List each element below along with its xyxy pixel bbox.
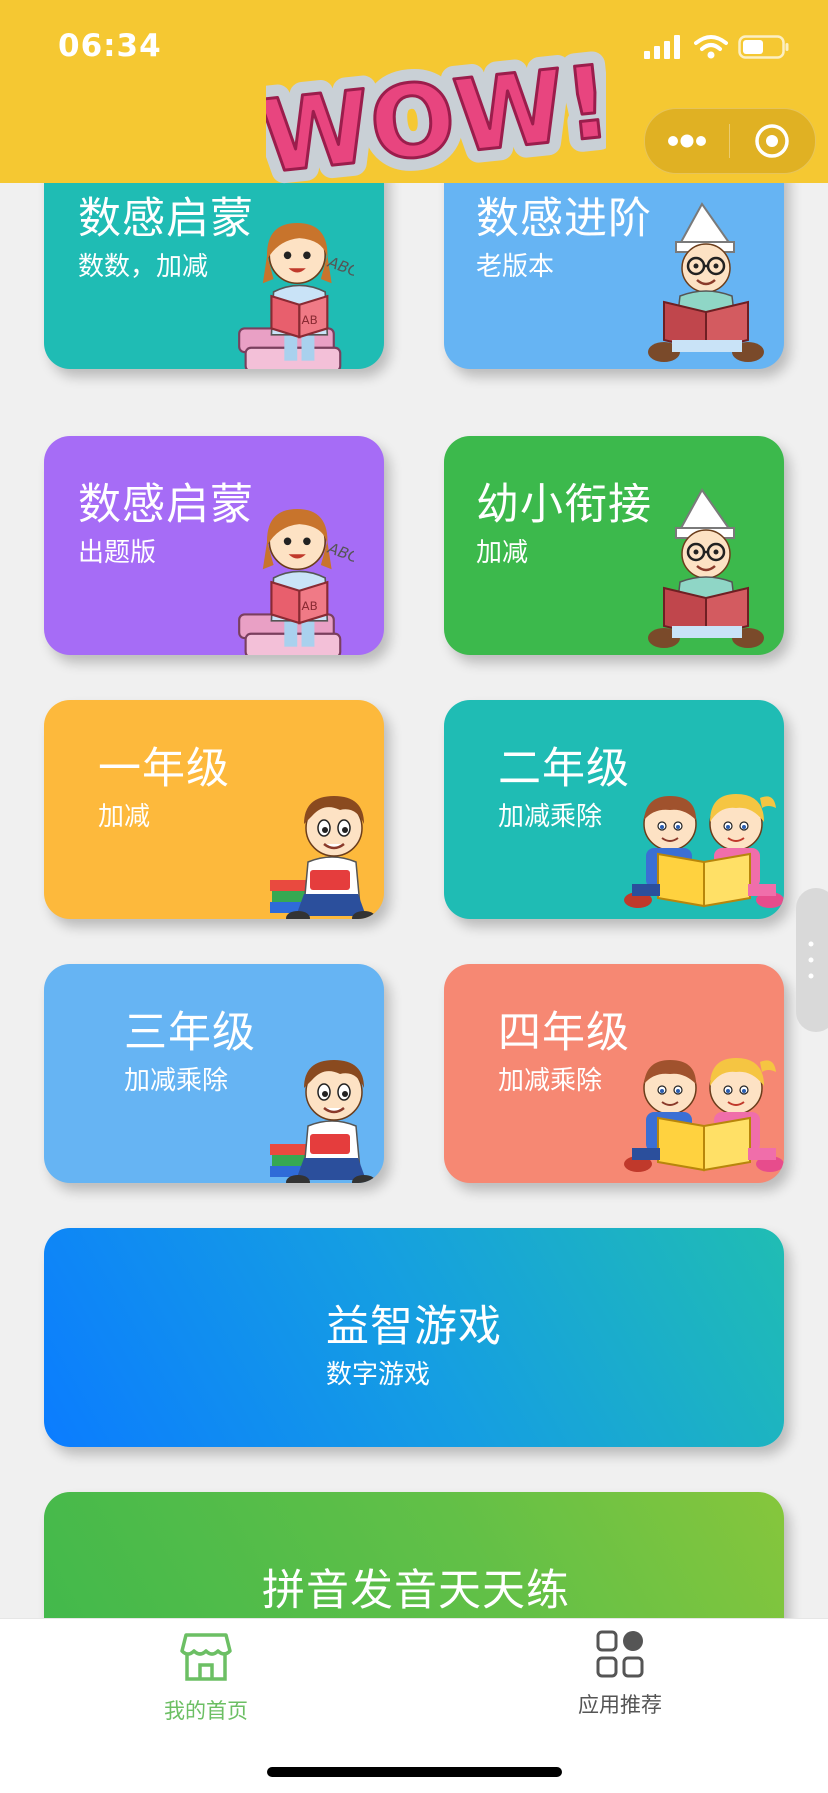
card-title: 拼音发音天天练 [262, 1566, 570, 1616]
card-title: 数感进阶 [476, 194, 652, 244]
more-icon [668, 134, 706, 148]
boy-reading-icon [642, 200, 772, 369]
floating-side-handle[interactable] [796, 888, 828, 1032]
card-subtitle: 出题版 [78, 538, 157, 568]
card-subtitle: 加减乘除 [498, 802, 603, 832]
more-vertical-icon [808, 941, 814, 979]
boy-reading-icon [642, 486, 772, 655]
close-button[interactable] [730, 109, 814, 173]
card-title: 幼小衔接 [476, 480, 652, 530]
card-subtitle: 老版本 [476, 252, 555, 282]
card-subtitle: 加减乘除 [498, 1066, 603, 1096]
tab-home[interactable]: 我的首页 [106, 1629, 306, 1725]
card-title: 四年级 [498, 1008, 630, 1058]
grid-apps-icon [596, 1630, 644, 1678]
boy-with-books-icon [268, 1040, 378, 1183]
card-grade-1[interactable]: 一年级 加减 [44, 700, 384, 919]
card-title: 三年级 [124, 1008, 256, 1058]
miniprogram-capsule [644, 108, 816, 174]
boy-with-books-icon [268, 776, 378, 919]
bottom-tab-bar: 我的首页 应用推荐 [0, 1618, 828, 1793]
wow-logo: WOW! WOW! [266, 46, 606, 186]
battery-icon [738, 35, 789, 59]
card-subtitle: 数字游戏 [326, 1360, 431, 1390]
wifi-icon [694, 35, 728, 59]
more-button[interactable] [645, 109, 729, 173]
card-subtitle: 数数，加减 [78, 252, 209, 282]
tab-label: 我的首页 [164, 1699, 248, 1723]
card-grade-4[interactable]: 四年级 加减乘除 [444, 964, 784, 1183]
kids-reading-icon [624, 788, 784, 918]
card-title: 二年级 [498, 744, 630, 794]
card-kindergarten-bridge[interactable]: 幼小衔接 加减 [444, 436, 784, 655]
card-subtitle: 加减 [98, 802, 151, 832]
card-title: 数感启蒙 [78, 480, 254, 530]
tab-label: 应用推荐 [578, 1693, 662, 1717]
tab-app-recommendations[interactable]: 应用推荐 [520, 1629, 720, 1719]
signal-icon [644, 35, 680, 59]
home-indicator[interactable] [267, 1767, 562, 1777]
close-target-icon [755, 124, 789, 158]
card-math-sense-quiz[interactable]: 数感启蒙 出题版 [44, 436, 384, 655]
girl-reading-icon [234, 494, 354, 655]
home-icon [180, 1633, 232, 1681]
card-puzzle-games[interactable]: 益智游戏 数字游戏 [44, 1228, 784, 1447]
card-title: 一年级 [98, 744, 230, 794]
card-title: 数感启蒙 [78, 194, 254, 244]
card-title: 益智游戏 [326, 1302, 502, 1352]
card-subtitle: 加减 [476, 538, 529, 568]
card-grade-3[interactable]: 三年级 加减乘除 [44, 964, 384, 1183]
girl-reading-icon [234, 208, 354, 369]
card-grade-2[interactable]: 二年级 加减乘除 [444, 700, 784, 919]
status-time: 06:34 [58, 28, 162, 64]
top-bar: 06:34 WOW! WOW! [0, 0, 828, 186]
card-subtitle: 加减乘除 [124, 1066, 229, 1096]
svg-text:WOW!: WOW! [266, 46, 606, 186]
kids-reading-icon [624, 1052, 784, 1182]
status-icons [644, 34, 790, 60]
